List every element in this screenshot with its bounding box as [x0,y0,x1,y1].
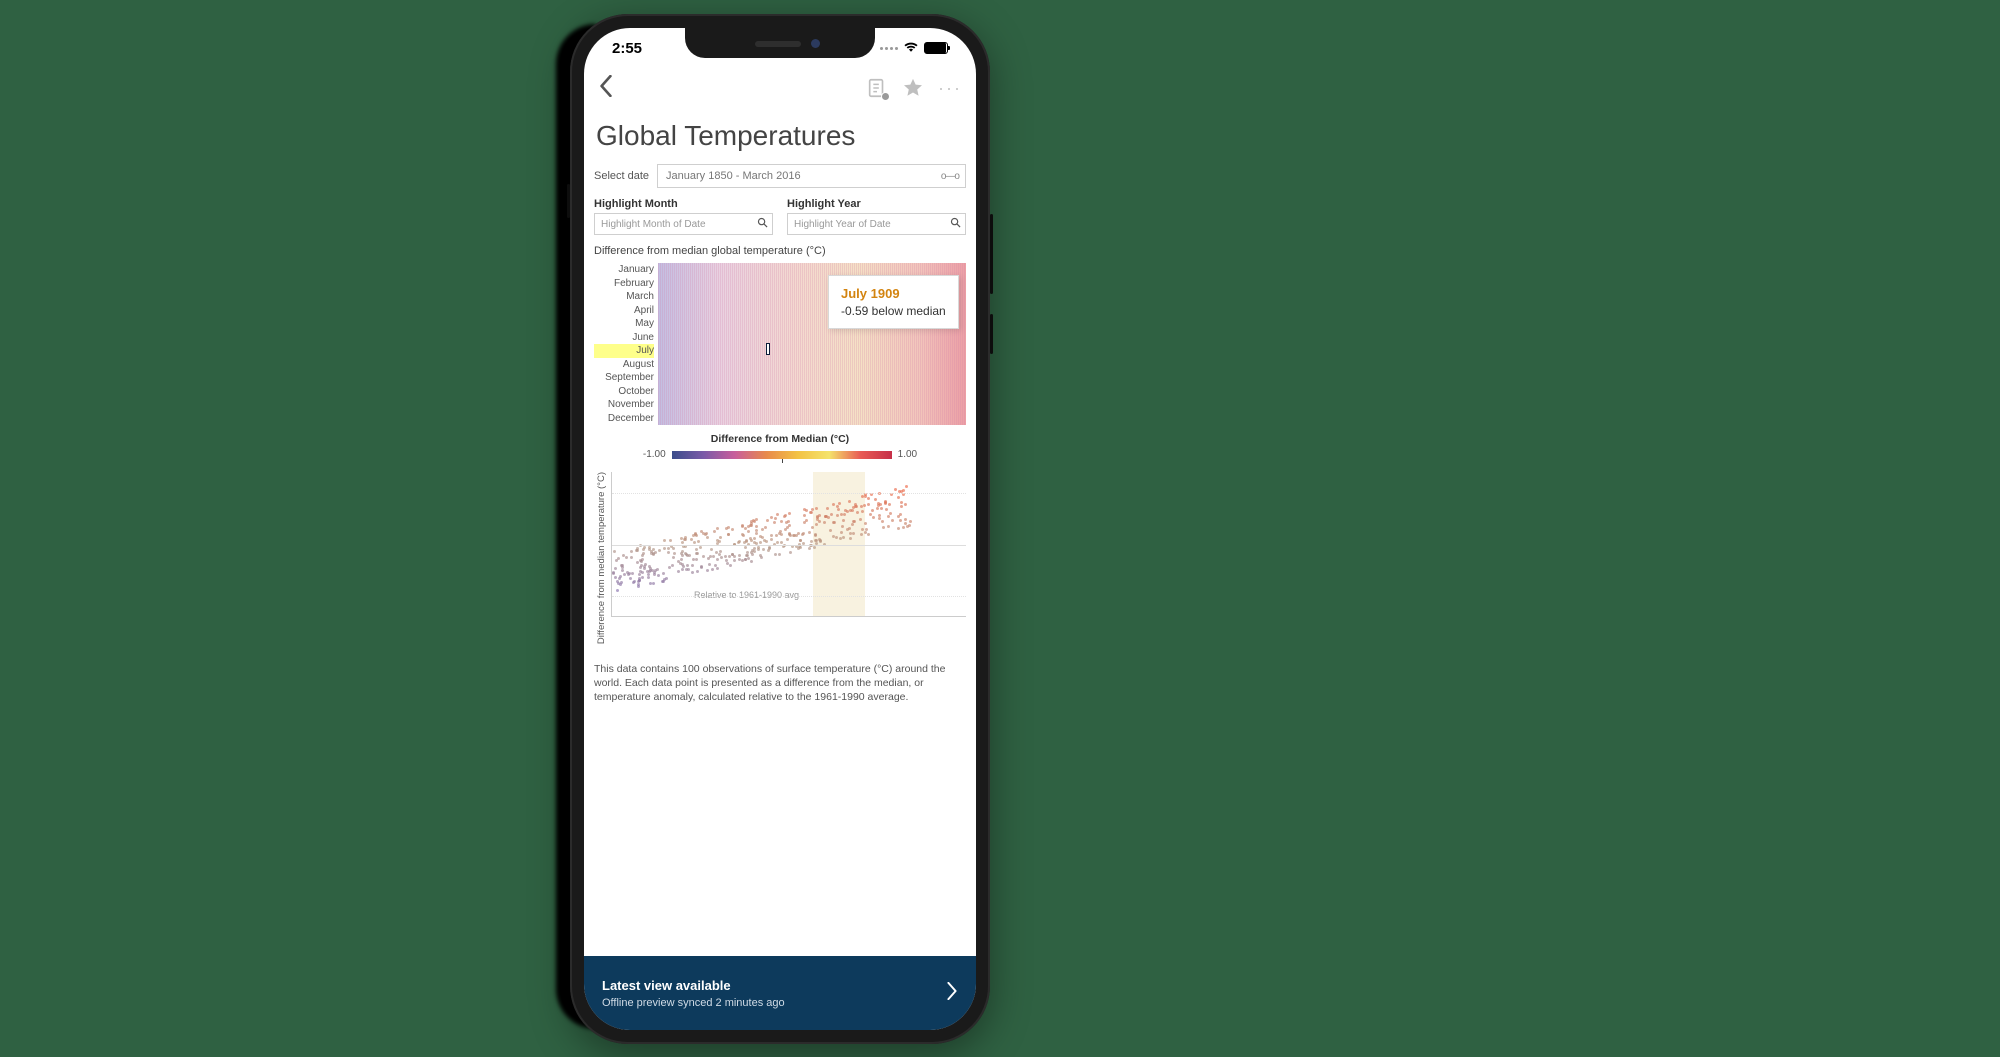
sync-banner-title: Latest view available [602,978,785,993]
sync-banner-subtitle: Offline preview synced 2 minutes ago [602,997,785,1009]
search-icon [950,217,961,231]
heatmap-month-label: September [594,371,654,385]
back-button[interactable] [598,75,614,102]
scatter-y-axis-label: Difference from median temperature (°C) [594,472,607,644]
heatmap-month-label: March [594,290,654,304]
heatmap-month-label: July [594,344,654,358]
chevron-right-icon [946,982,958,1005]
wifi-icon [903,40,919,57]
tooltip-date: July 1909 [841,286,946,301]
page-title: Global Temperatures [596,120,964,152]
heatmap-chart[interactable]: July 1909 -0.59 below median [658,263,966,425]
highlight-month-label: Highlight Month [594,198,773,210]
battery-icon [924,42,948,54]
heatmap-month-axis: JanuaryFebruaryMarchAprilMayJuneJulyAugu… [594,263,658,425]
heatmap-month-label: February [594,277,654,291]
status-time: 2:55 [612,40,642,57]
device-notch [685,28,875,58]
scatter-caption: Relative to 1961-1990 avg [694,590,799,600]
sync-banner[interactable]: Latest view available Offline preview sy… [584,956,976,1030]
cellular-signal-icon [880,47,898,50]
date-range-input[interactable]: January 1850 - March 2016 o—o [657,164,966,188]
heatmap-month-label: December [594,412,654,426]
phone-frame: 2:55 [570,14,990,1044]
highlight-year-label: Highlight Year [787,198,966,210]
scatter-chart[interactable]: Relative to 1961-1990 avg -1.001.0018881… [611,472,966,617]
heatmap-month-label: June [594,331,654,345]
data-source-icon[interactable] [866,77,888,99]
favorite-star-icon[interactable] [902,77,924,99]
legend-title: Difference from Median (°C) [594,433,966,445]
highlight-year-input[interactable]: Highlight Year of Date [787,213,966,235]
legend-min: -1.00 [643,449,666,460]
heatmap-month-label: November [594,398,654,412]
nav-bar: ··· [584,66,976,110]
color-legend: Difference from Median (°C) -1.00 1.00 [594,433,966,460]
legend-gradient [672,451,892,459]
highlight-month-input[interactable]: Highlight Month of Date [594,213,773,235]
heatmap-month-label: August [594,358,654,372]
tooltip-value: -0.59 below median [841,304,946,318]
select-date-label: Select date [594,170,649,182]
date-range-value: January 1850 - March 2016 [666,170,801,182]
chart-description: This data contains 100 observations of s… [594,662,966,705]
heatmap-tooltip: July 1909 -0.59 below median [828,275,959,329]
heatmap-title: Difference from median global temperatur… [594,245,966,257]
heatmap-selected-cell [766,343,770,355]
legend-max: 1.00 [898,449,917,460]
search-icon [757,217,768,231]
range-slider-icon: o—o [941,171,959,182]
heatmap-month-label: May [594,317,654,331]
more-menu-icon[interactable]: ··· [938,78,962,99]
heatmap-month-label: April [594,304,654,318]
heatmap-month-label: October [594,385,654,399]
heatmap-month-label: January [594,263,654,277]
